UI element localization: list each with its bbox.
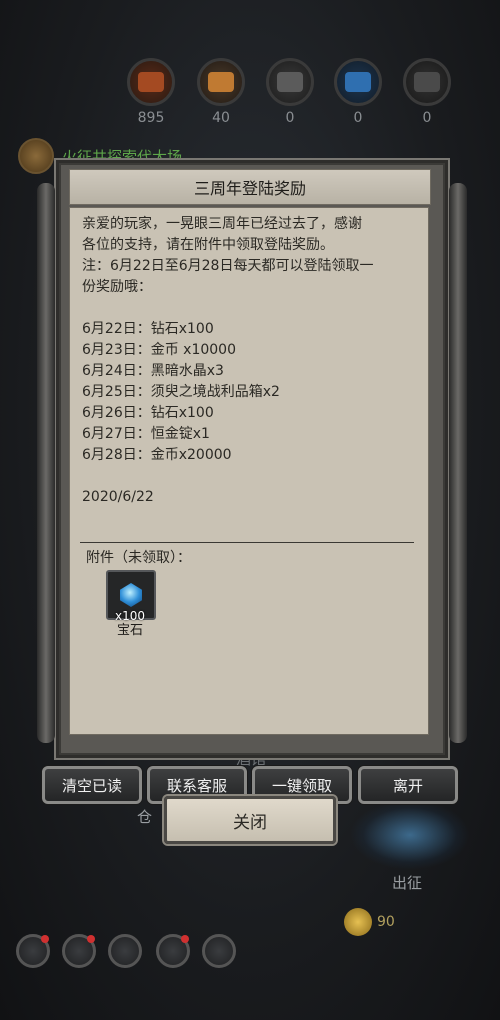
currency-wood-value: 895 [137,110,165,126]
currency-crystal[interactable]: 0 [331,58,385,126]
mail-body-line: 亲爱的玩家，一晃眼三周年已经过去了，感谢 [82,216,362,232]
gold-coin-icon [344,908,372,936]
depart-label[interactable]: 出征 [392,872,422,893]
mail-title: 三周年登陆奖励 [69,169,431,205]
currency-iron-value: 0 [285,110,295,126]
mail-body-line: 各位的支持，请在附件中领取登陆奖励。 [82,237,334,253]
quest-icon [18,138,54,174]
gold-coin-value: 90 [377,914,395,930]
mail-body-line: 6月23日：金币 x10000 [82,342,236,358]
currency-ore[interactable]: 0 [400,58,454,126]
currency-crystal-value: 0 [353,110,363,126]
mail-body-spacer [82,466,416,487]
leave-button[interactable]: 离开 [358,766,458,804]
mail-body-line: 6月24日：黑暗水晶x3 [82,363,224,379]
bottom-menu-icon-2[interactable] [62,934,96,968]
crystal-icon [334,58,382,106]
currency-plank[interactable]: 40 [194,58,248,126]
close-button[interactable]: 关闭 [164,796,336,844]
gem-icon [120,583,142,607]
mail-body-line: 份奖励哦： [82,279,152,295]
notification-dot [181,935,189,943]
mail-body-spacer [82,298,416,319]
frame-post-left [37,183,55,743]
bottom-menu-icon-4[interactable] [156,934,190,968]
bottom-menu-icon-1[interactable] [16,934,50,968]
attachment-item-name: 宝石 [116,623,143,638]
mail-body-line: 6月27日：恒金锭x1 [82,426,210,442]
mail-body-line: 6月25日：须臾之境战利品箱x2 [82,384,280,400]
frame-post-right [449,183,467,743]
currency-wood[interactable]: 895 [124,58,178,126]
wood-log-icon [127,58,175,106]
iron-icon [266,58,314,106]
mail-body: 亲爱的玩家，一晃眼三周年已经过去了，感谢 各位的支持，请在附件中领取登陆奖励。 … [69,207,429,735]
mail-date: 2020/6/22 [82,489,154,505]
portal-glow [350,800,470,870]
currency-iron[interactable]: 0 [263,58,317,126]
ore-icon [403,58,451,106]
clear-read-button[interactable]: 清空已读 [42,766,142,804]
mail-body-line: 6月28日：金币x20000 [82,447,232,463]
warehouse-label: 仓 [137,808,153,826]
bottom-menu-icon-3[interactable] [108,934,142,968]
attachment-label: 附件（未领取）： [86,550,191,566]
mail-dialog: 三周年登陆奖励 亲爱的玩家，一晃眼三周年已经过去了，感谢 各位的支持，请在附件中… [37,160,467,758]
plank-icon [197,58,245,106]
currency-ore-value: 0 [422,110,432,126]
mail-body-line: 6月22日：钻石x100 [82,321,214,337]
mail-body-line: 6月26日：钻石x100 [82,405,214,421]
attachment-divider [80,542,414,543]
notification-dot [87,935,95,943]
bottom-menu-icon-5[interactable] [202,934,236,968]
notification-dot [41,935,49,943]
currency-plank-value: 40 [212,110,230,126]
mail-body-line: 注：6月22日至6月28日每天都可以登陆领取一 [82,258,374,274]
